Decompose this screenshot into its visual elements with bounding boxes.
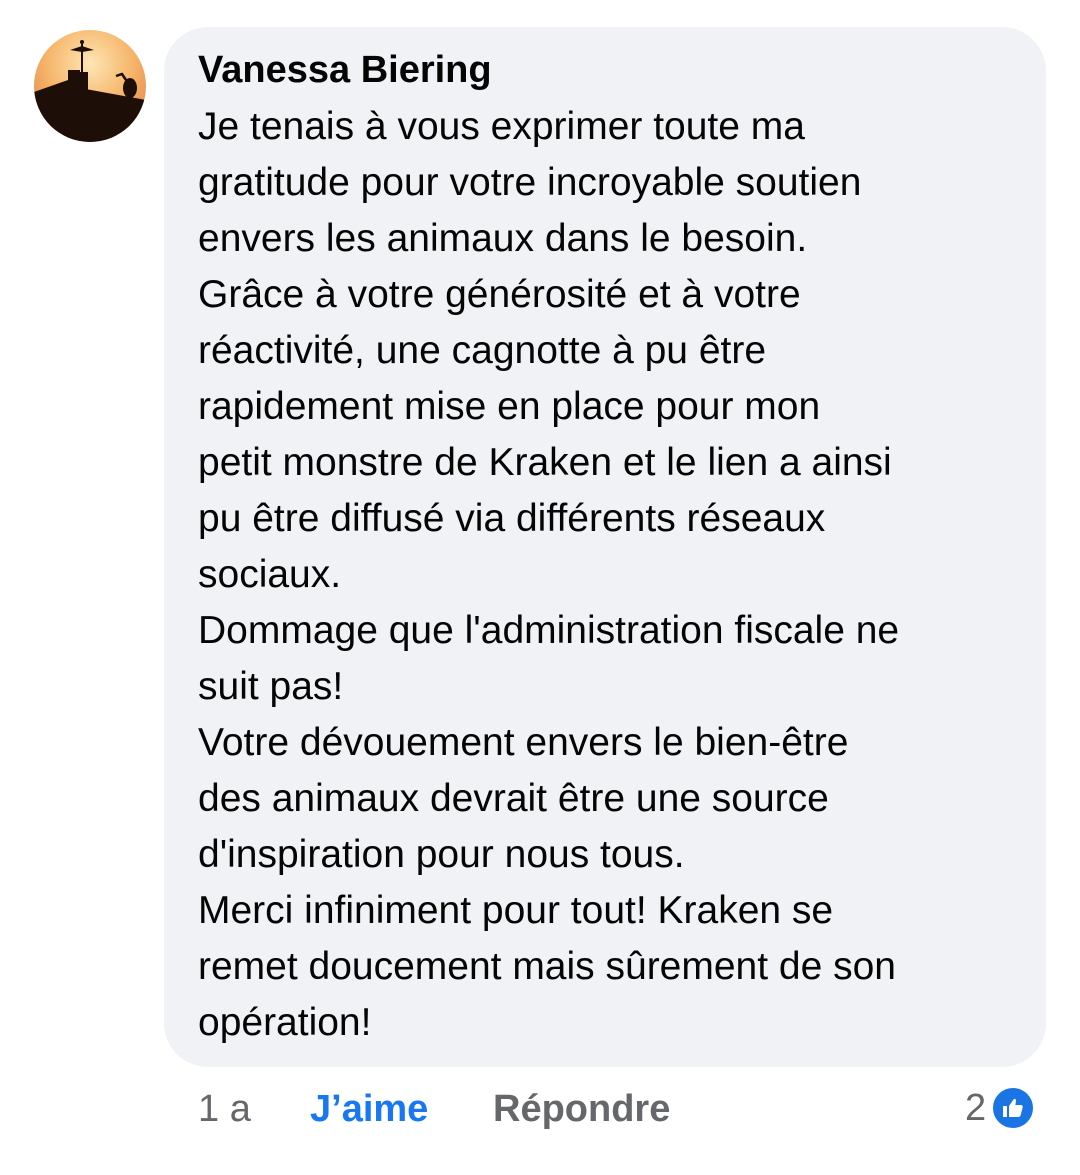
comment-line: d'inspiration pour nous tous.: [198, 833, 685, 876]
comment-line: des animaux devrait être une source: [198, 777, 829, 820]
comment-line: Votre dévouement envers le bien-être: [198, 721, 849, 764]
comment-line: remet doucement mais sûrement de son: [198, 945, 897, 988]
thumbs-up-icon: [990, 1085, 1037, 1131]
reply-button[interactable]: Répondre: [493, 1088, 670, 1131]
comment-line: envers les animaux dans le besoin.: [198, 217, 808, 260]
avatar-image: [34, 30, 146, 142]
comment-timestamp[interactable]: 1 a: [198, 1088, 251, 1131]
comment-line: sociaux.: [198, 553, 342, 596]
comment-line: Merci infiniment pour tout! Kraken se: [198, 889, 834, 932]
comment-line: rapidement mise en place pour mon: [198, 385, 821, 428]
comment-line: Je tenais à vous exprimer toute ma: [198, 105, 805, 148]
comment-line: réactivité, une cagnotte à pu être: [198, 329, 767, 372]
comment-line: Grâce à votre générosité et à votre: [198, 273, 801, 316]
comment-bubble: Vanessa Biering Je tenais à vous exprime…: [164, 27, 1046, 1067]
comment-text: Je tenais à vous exprimer toute ma grati…: [198, 99, 1016, 1051]
comment-line: pu être diffusé via différents réseaux: [198, 497, 826, 540]
like-button[interactable]: J’aime: [310, 1088, 428, 1131]
comment-author[interactable]: Vanessa Biering: [198, 47, 1016, 93]
comment-actions: 1 a J’aime Répondre 2: [0, 1078, 1080, 1138]
reaction-summary[interactable]: 2: [965, 1083, 1037, 1133]
reaction-count: 2: [965, 1086, 987, 1129]
comment-line: petit monstre de Kraken et le lien a ain…: [198, 441, 892, 484]
comment-line: opération!: [198, 1001, 372, 1044]
comment-line: suit pas!: [198, 665, 344, 708]
comment-line: Dommage que l'administration fiscale ne: [198, 609, 900, 652]
avatar[interactable]: [34, 30, 146, 142]
comment-line: gratitude pour votre incroyable soutien: [198, 161, 862, 204]
